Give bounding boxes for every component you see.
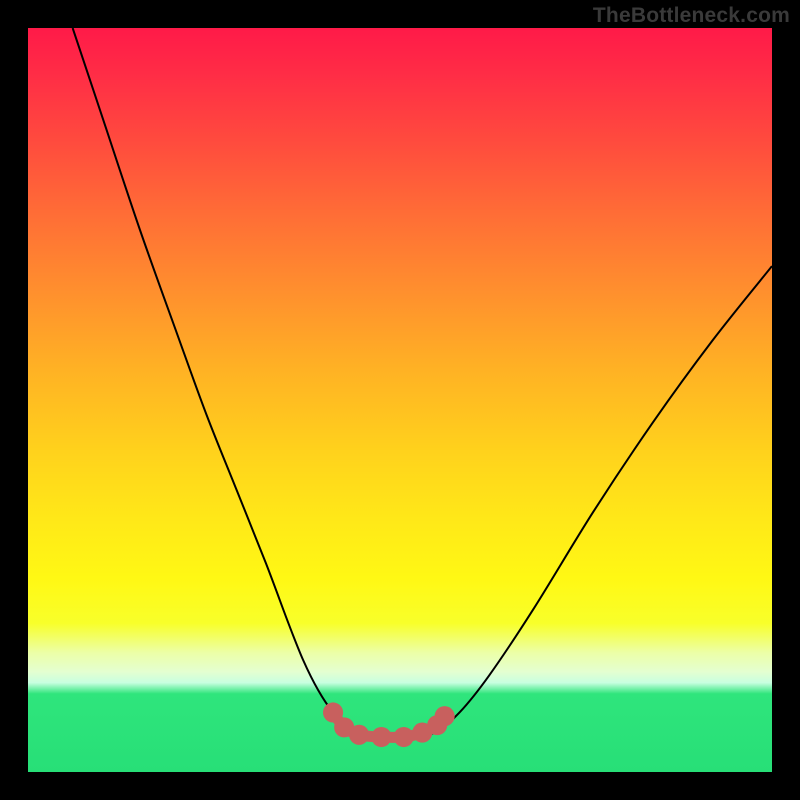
flat-region-dot: [435, 706, 455, 726]
curve-overlay: [28, 28, 772, 772]
flat-region-dot: [394, 727, 414, 747]
plot-area: [28, 28, 772, 772]
chart-frame: TheBottleneck.com: [0, 0, 800, 800]
watermark-text: TheBottleneck.com: [593, 4, 790, 28]
flat-region-dot: [371, 727, 391, 747]
bottleneck-curve: [73, 28, 772, 739]
flat-region-dot: [349, 725, 369, 745]
